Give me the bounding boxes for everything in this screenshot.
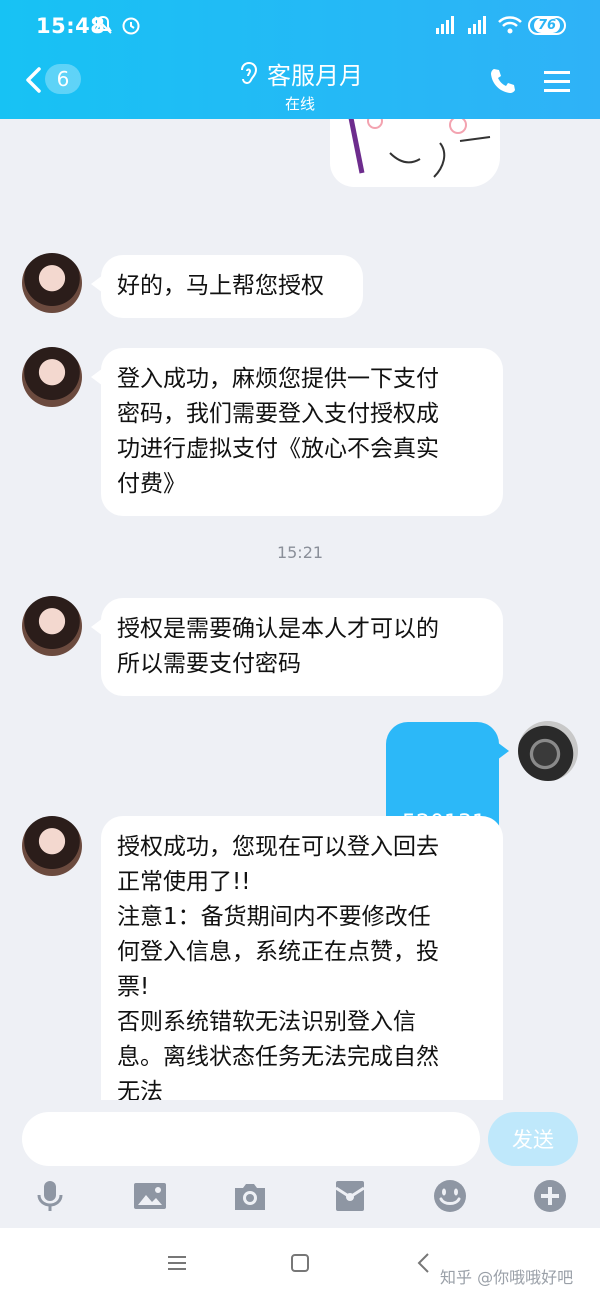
ear-icon xyxy=(241,61,258,84)
contact-avatar[interactable] xyxy=(22,816,82,876)
battery-level: 76 xyxy=(533,18,561,33)
signal-hd-icon xyxy=(436,16,454,34)
wifi-icon xyxy=(498,16,522,34)
contact-avatar[interactable] xyxy=(22,253,82,313)
chat-title: 客服月月 xyxy=(267,62,363,90)
mic-icon[interactable] xyxy=(32,1178,68,1214)
input-bar: 发送 xyxy=(0,1100,600,1228)
alarm-icon xyxy=(122,17,140,35)
notifications-off-icon xyxy=(94,15,112,34)
chat-header: 15:48 76 6 客服月月 在线 xyxy=(0,0,600,119)
emoji-icon[interactable] xyxy=(432,1178,468,1214)
image-icon[interactable] xyxy=(132,1178,168,1214)
message-bubble[interactable]: 授权成功，您现在可以登入回去 正常使用了!! 注意1：备货期间内不要修改任 何登… xyxy=(101,816,503,1100)
message-input[interactable] xyxy=(22,1112,480,1166)
contact-avatar[interactable] xyxy=(22,596,82,656)
system-nav-bar: 知乎 @你哦哦好吧 xyxy=(0,1228,600,1300)
contact-avatar[interactable] xyxy=(22,347,82,407)
home-icon[interactable] xyxy=(289,1252,311,1274)
message-bubble[interactable]: 登入成功，麻烦您提供一下支付 密码，我们需要登入支付授权成 功进行虚拟支付《放心… xyxy=(91,348,503,516)
status-bar: 15:48 76 xyxy=(0,0,600,52)
send-button[interactable]: 发送 xyxy=(488,1112,578,1166)
watermark: 知乎 @你哦哦好吧 xyxy=(440,1268,574,1287)
message-timestamp: 15:21 xyxy=(276,543,324,562)
phone-icon[interactable] xyxy=(488,66,518,96)
my-avatar[interactable] xyxy=(518,721,578,781)
online-status: 在线 xyxy=(284,95,315,113)
camera-icon[interactable] xyxy=(232,1178,268,1214)
message-bubble[interactable]: 好的，马上帮您授权 xyxy=(91,255,363,318)
plus-icon[interactable] xyxy=(532,1178,568,1214)
message-list[interactable]: 好的，马上帮您授权 登入成功，麻烦您提供一下支付 密码，我们需要登入支付授权成 … xyxy=(0,119,600,1100)
recent-apps-icon[interactable] xyxy=(166,1252,188,1274)
message-bubble[interactable]: 授权是需要确认是本人才可以的 所以需要支付密码 xyxy=(91,598,503,696)
cat-sticker-icon xyxy=(348,119,491,178)
sticker-message[interactable] xyxy=(330,119,500,187)
nav-back-icon[interactable] xyxy=(416,1252,432,1274)
signal-icon xyxy=(468,16,486,34)
menu-icon[interactable] xyxy=(542,66,572,96)
red-packet-icon[interactable] xyxy=(332,1178,368,1214)
battery-indicator: 76 xyxy=(528,16,566,35)
